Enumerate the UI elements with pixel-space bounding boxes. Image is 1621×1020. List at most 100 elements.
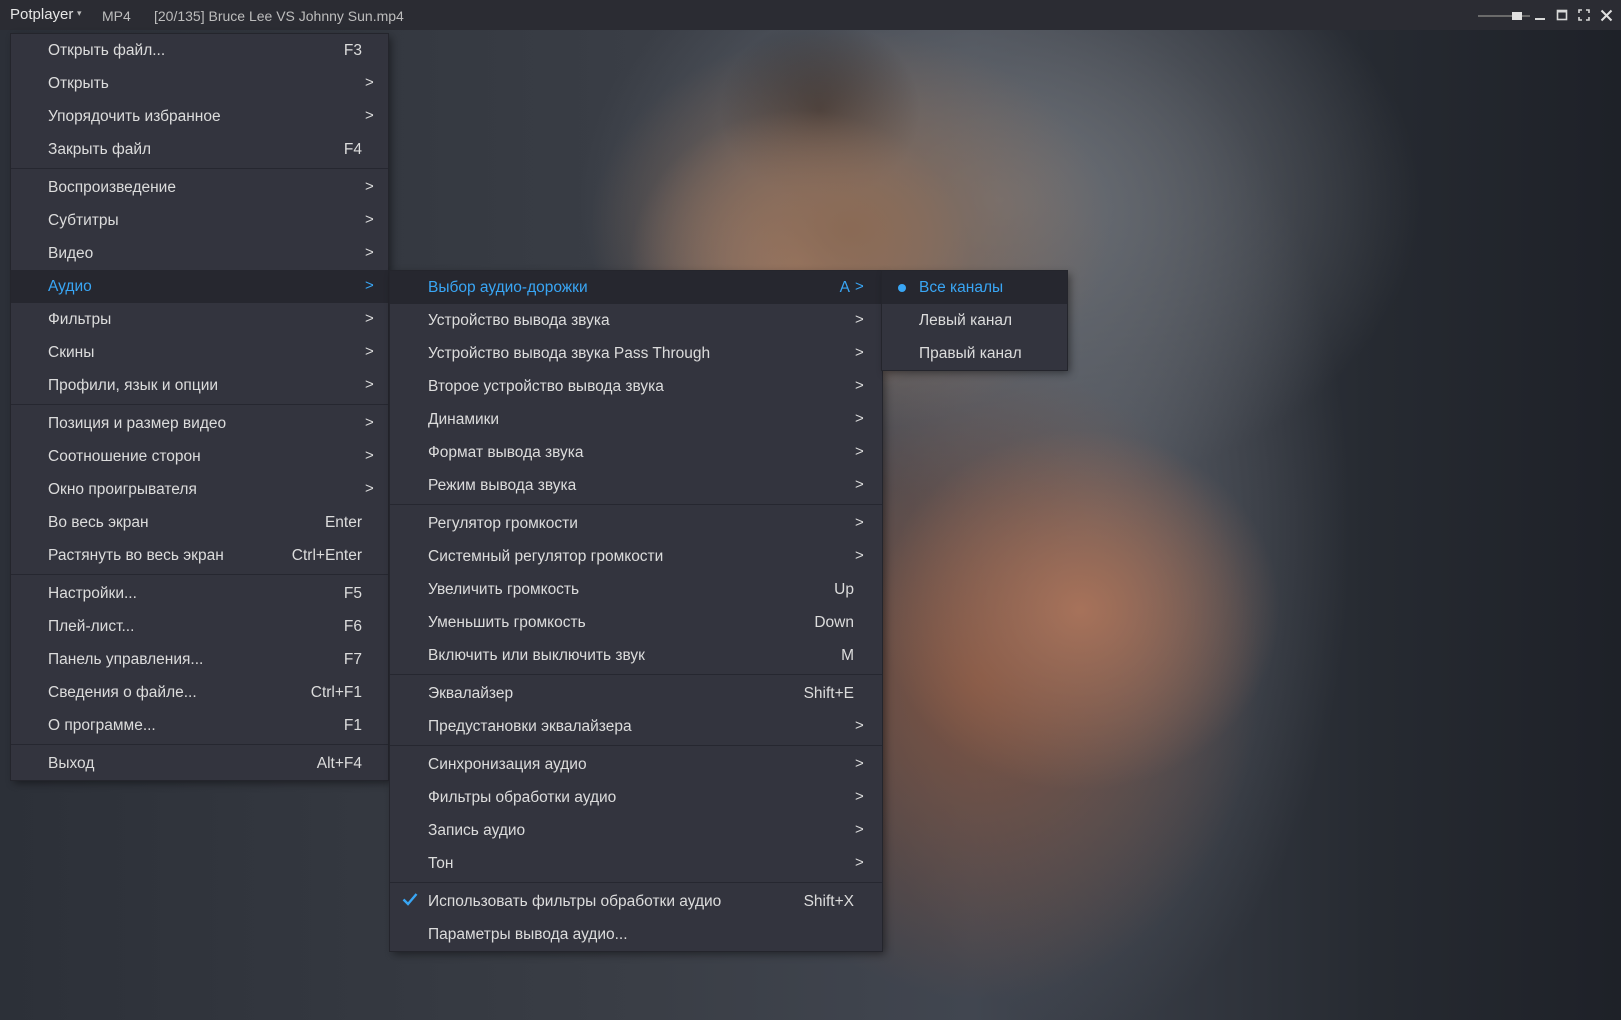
menu-item-shortcut: F4 — [343, 141, 362, 158]
menu-item-second-device[interactable]: Второе устройство вывода звука > — [390, 370, 882, 403]
menu-item-label: Режим вывода звука — [428, 477, 577, 494]
app-menu-button[interactable]: Potplayer — [10, 6, 73, 23]
menu-item-use-audio-filters[interactable]: Использовать фильтры обработки аудио Shi… — [390, 885, 882, 918]
menu-item-settings[interactable]: Настройки... F5 — [11, 577, 388, 610]
submenu-arrow-icon: > — [855, 547, 864, 564]
menu-item-mute[interactable]: Включить или выключить звук M — [390, 639, 882, 672]
menu-item-label: Во весь экран — [48, 514, 149, 531]
menu-item-shortcut: Down — [814, 614, 854, 631]
menu-item-playback[interactable]: Воспроизведение > — [11, 171, 388, 204]
menu-item-system-volume[interactable]: Системный регулятор громкости > — [390, 540, 882, 573]
menu-item-shortcut: Alt+F4 — [316, 755, 362, 772]
menu-separator — [390, 882, 882, 883]
maximize-button[interactable] — [1552, 4, 1572, 26]
menu-item-label: Системный регулятор громкости — [428, 548, 664, 565]
menu-item-audio-sync[interactable]: Синхронизация аудио > — [390, 748, 882, 781]
menu-item-skins[interactable]: Скины > — [11, 336, 388, 369]
submenu-arrow-icon: > — [365, 178, 374, 195]
menu-item-aspect-ratio[interactable]: Соотношение сторон > — [11, 440, 388, 473]
menu-item-audio[interactable]: Аудио > — [11, 270, 388, 303]
menu-item-audio-filters[interactable]: Фильтры обработки аудио > — [390, 781, 882, 814]
menu-separator — [11, 404, 388, 405]
menu-item-equalizer[interactable]: Эквалайзер Shift+E — [390, 677, 882, 710]
menu-item-all-channels[interactable]: Все каналы — [882, 271, 1067, 304]
menu-item-right-channel[interactable]: Правый канал — [882, 337, 1067, 370]
menu-item-favorites[interactable]: Упорядочить избранное > — [11, 100, 388, 133]
menu-item-about[interactable]: О программе... F1 — [11, 709, 388, 742]
menu-item-output-format[interactable]: Формат вывода звука > — [390, 436, 882, 469]
maximize-icon — [1556, 9, 1568, 21]
menu-item-shortcut: Enter — [324, 514, 362, 531]
menu-item-shortcut: Shift+X — [803, 893, 854, 910]
menu-item-label: Настройки... — [48, 585, 137, 602]
menu-item-shortcut: Shift+E — [803, 685, 854, 702]
menu-item-label: Выбор аудио-дорожки — [428, 279, 588, 296]
menu-item-output-mode[interactable]: Режим вывода звука > — [390, 469, 882, 502]
menu-item-label: Правый канал — [919, 345, 1022, 362]
menu-item-file-info[interactable]: Сведения о файле... Ctrl+F1 — [11, 676, 388, 709]
menu-item-label: Параметры вывода аудио... — [428, 926, 628, 943]
menu-separator — [390, 745, 882, 746]
menu-item-video[interactable]: Видео > — [11, 237, 388, 270]
fullscreen-button[interactable] — [1574, 4, 1594, 26]
menu-item-close-file[interactable]: Закрыть файл F4 — [11, 133, 388, 166]
menu-item-subtitles[interactable]: Субтитры > — [11, 204, 388, 237]
menu-item-label: Воспроизведение — [48, 179, 176, 196]
minimize-button[interactable] — [1530, 4, 1550, 26]
menu-item-output-device[interactable]: Устройство вывода звука > — [390, 304, 882, 337]
menu-item-exit[interactable]: Выход Alt+F4 — [11, 747, 388, 780]
opacity-slider-track[interactable] — [1478, 15, 1530, 17]
menu-item-label: Сведения о файле... — [48, 684, 197, 701]
menu-item-label: Левый канал — [919, 312, 1013, 329]
menu-item-shortcut: Up — [834, 581, 854, 598]
menu-item-audio-record[interactable]: Запись аудио > — [390, 814, 882, 847]
submenu-arrow-icon: > — [855, 821, 864, 838]
submenu-arrow-icon: > — [855, 443, 864, 460]
menu-item-speakers[interactable]: Динамики > — [390, 403, 882, 436]
menu-separator — [11, 744, 388, 745]
menu-item-video-position[interactable]: Позиция и размер видео > — [11, 407, 388, 440]
menu-item-open-file[interactable]: Открыть файл... F3 — [11, 34, 388, 67]
menu-item-label: Открыть файл... — [48, 42, 166, 59]
close-icon — [1600, 9, 1612, 21]
menu-item-volume-up[interactable]: Увеличить громкость Up — [390, 573, 882, 606]
menu-item-profiles[interactable]: Профили, язык и опции > — [11, 369, 388, 402]
menu-item-audio-track[interactable]: Выбор аудио-дорожки A > — [390, 271, 882, 304]
menu-item-playlist[interactable]: Плей-лист... F6 — [11, 610, 388, 643]
checkmark-icon — [402, 892, 418, 911]
submenu-arrow-icon: > — [855, 514, 864, 531]
menu-item-label: Регулятор громкости — [428, 515, 578, 532]
close-button[interactable] — [1596, 4, 1616, 26]
menu-item-volume-control[interactable]: Регулятор громкости > — [390, 507, 882, 540]
menu-item-shortcut: F1 — [343, 717, 362, 734]
menu-item-label: Скины — [48, 344, 95, 361]
submenu-arrow-icon: > — [365, 447, 374, 464]
menu-item-player-window[interactable]: Окно проигрывателя > — [11, 473, 388, 506]
menu-item-fullscreen[interactable]: Во весь экран Enter — [11, 506, 388, 539]
opacity-slider-handle[interactable] — [1512, 12, 1522, 20]
menu-item-label: Включить или выключить звук — [428, 647, 645, 664]
submenu-arrow-icon: > — [365, 244, 374, 261]
menu-item-label: Открыть — [48, 75, 109, 92]
menu-item-label: Видео — [48, 245, 94, 262]
menu-item-pass-through-device[interactable]: Устройство вывода звука Pass Through > — [390, 337, 882, 370]
menu-item-label: О программе... — [48, 717, 156, 734]
menu-item-shortcut: F7 — [343, 651, 362, 668]
menu-item-open[interactable]: Открыть > — [11, 67, 388, 100]
menu-separator — [390, 504, 882, 505]
menu-item-left-channel[interactable]: Левый канал — [882, 304, 1067, 337]
submenu-arrow-icon: > — [365, 211, 374, 228]
chevron-down-icon[interactable]: ▾ — [77, 8, 82, 19]
menu-item-label: Упорядочить избранное — [48, 108, 221, 125]
menu-item-filters[interactable]: Фильтры > — [11, 303, 388, 336]
menu-item-audio-output-params[interactable]: Параметры вывода аудио... — [390, 918, 882, 951]
menu-item-stretch-fullscreen[interactable]: Растянуть во весь экран Ctrl+Enter — [11, 539, 388, 572]
submenu-arrow-icon: > — [855, 788, 864, 805]
menu-item-label: Выход — [48, 755, 95, 772]
file-format: MP4 — [102, 8, 131, 24]
menu-item-equalizer-presets[interactable]: Предустановки эквалайзера > — [390, 710, 882, 743]
menu-item-control-panel[interactable]: Панель управления... F7 — [11, 643, 388, 676]
menu-item-volume-down[interactable]: Уменьшить громкость Down — [390, 606, 882, 639]
menu-item-tone[interactable]: Тон > — [390, 847, 882, 880]
submenu-arrow-icon: > — [855, 278, 864, 295]
